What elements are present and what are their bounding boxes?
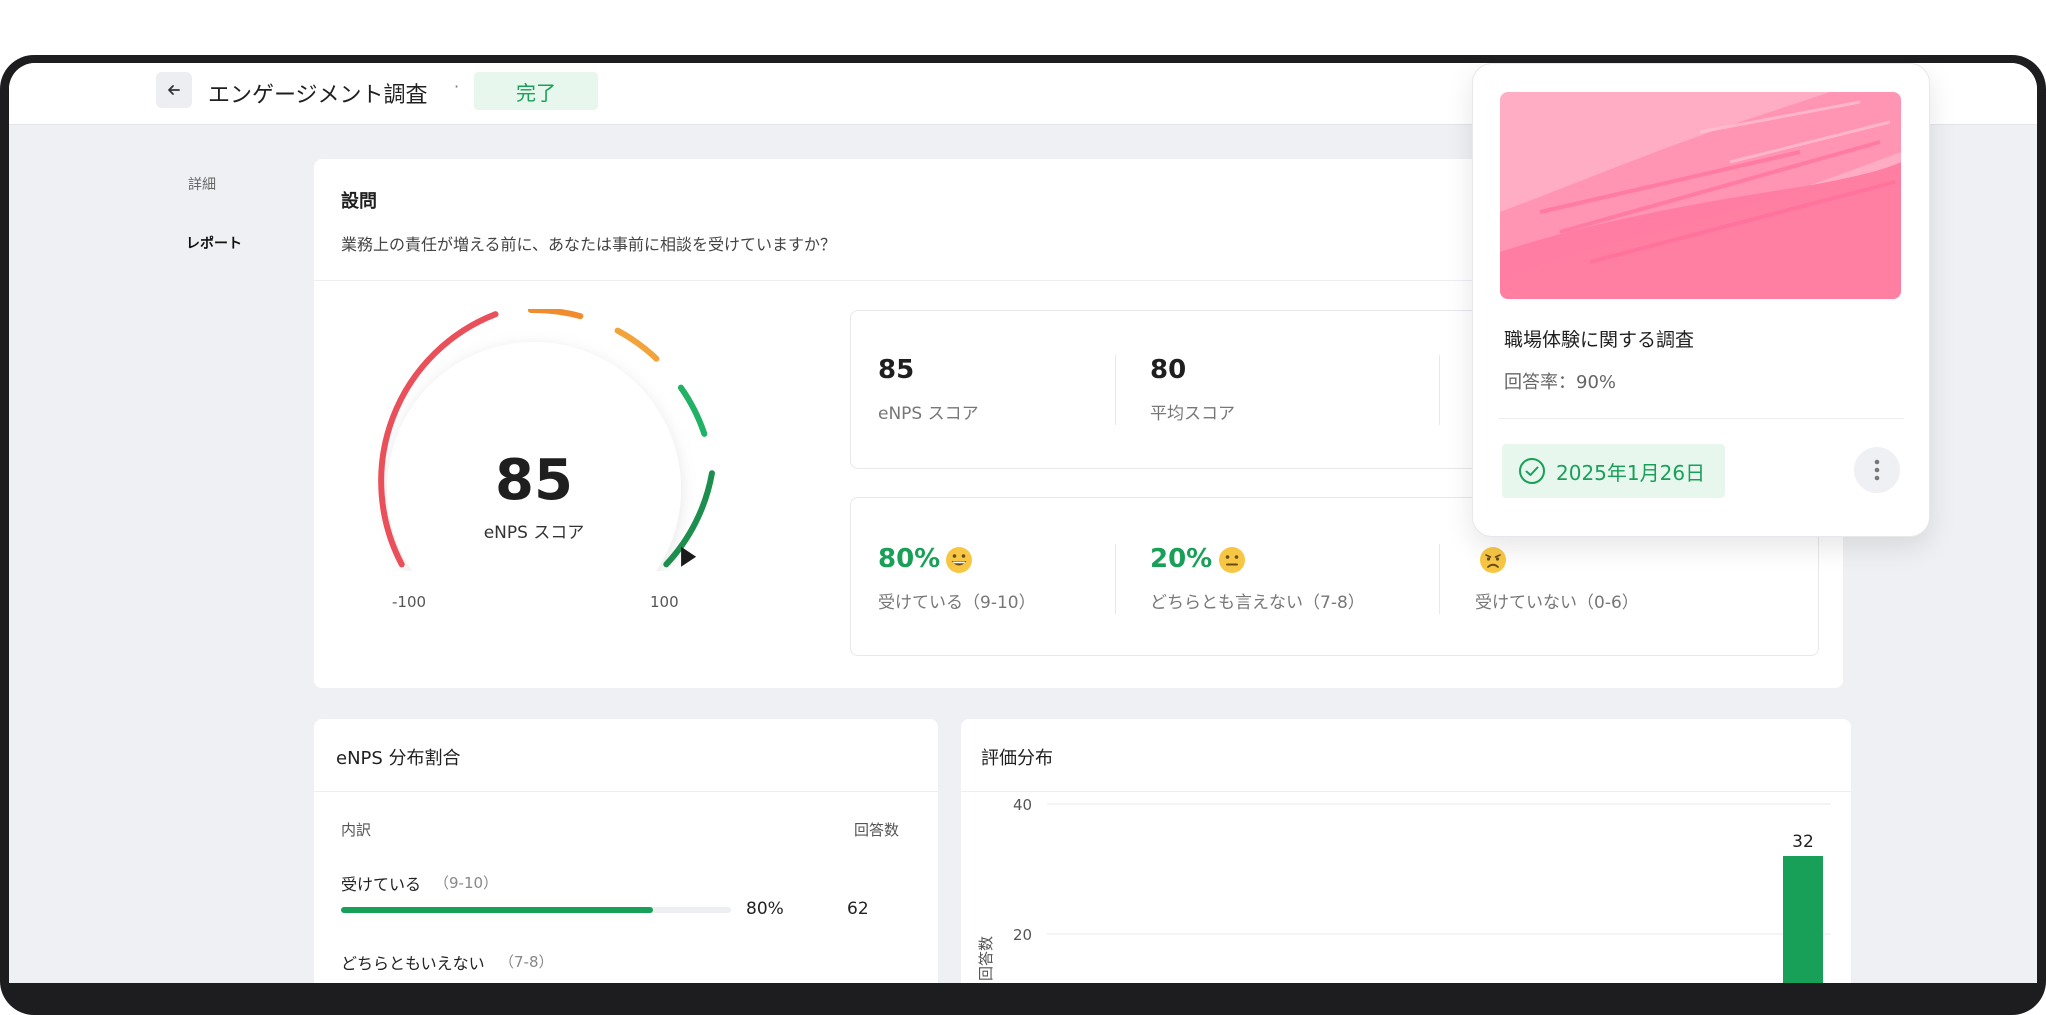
row-range: （9-10） xyxy=(434,874,499,892)
divider xyxy=(1498,418,1904,419)
completion-date: 2025年1月26日 xyxy=(1556,460,1706,485)
gauge-segment-yellow xyxy=(614,327,660,362)
y-tick-label: 40 xyxy=(1013,796,1032,814)
progress-track xyxy=(341,907,731,913)
popover-response-rate: 回答率：90% xyxy=(1504,372,1617,393)
row-label: どちらともいえない xyxy=(341,954,485,973)
arrow-left-icon xyxy=(168,85,180,95)
neutral-percent: 20% xyxy=(1150,544,1213,574)
y-axis-label: 回答数 xyxy=(977,936,995,981)
neutral-label: どちらとも言えない（7-8） xyxy=(1150,593,1365,613)
row-label: 受けている xyxy=(341,875,422,894)
column-header-count: 回答数 xyxy=(854,821,900,839)
divider xyxy=(1115,355,1116,425)
divider xyxy=(1115,544,1116,614)
average-score-label: 平均スコア xyxy=(1150,404,1235,424)
gauge-segment-orange xyxy=(527,309,584,320)
column-header-breakdown: 内訳 xyxy=(341,821,372,839)
divider xyxy=(314,791,938,792)
enps-score-label: eNPS スコア xyxy=(878,404,979,424)
title-separator: · xyxy=(454,77,460,96)
back-button[interactable] xyxy=(156,72,192,108)
more-vertical-icon xyxy=(1874,459,1880,481)
gauge-pointer xyxy=(681,546,697,567)
sidenav-item-report[interactable]: レポート xyxy=(186,233,242,253)
bar-value-label: 32 xyxy=(1792,832,1814,852)
survey-cover-image xyxy=(1500,92,1901,299)
enps-gauge: 85 eNPS スコア -100 100 xyxy=(378,309,715,611)
grinning-face-icon xyxy=(946,547,972,573)
enps-score-value: 85 xyxy=(878,355,915,385)
sidenav-item-details[interactable]: 詳細 xyxy=(188,174,216,194)
chart-bar xyxy=(1783,856,1823,983)
gauge-segment-green xyxy=(677,384,708,437)
gauge-label: eNPS スコア xyxy=(484,523,585,543)
popover-survey-title: 職場体験に関する調査 xyxy=(1504,329,1695,351)
app-screen: エンゲージメント調査 · 完了 詳細 レポート 設問 業務上の責任が増える前に、… xyxy=(9,63,2037,983)
gauge-max-label: 100 xyxy=(650,593,679,611)
question-heading: 設問 xyxy=(341,191,377,212)
divider xyxy=(1439,544,1440,614)
y-tick-label: 20 xyxy=(1013,926,1032,944)
page-title: エンゲージメント調査 xyxy=(208,83,428,108)
positive-label: 受けている（9-10） xyxy=(878,593,1036,613)
completion-date-badge: 2025年1月26日 xyxy=(1502,444,1725,498)
check-circle-icon xyxy=(1519,458,1545,484)
rating-bar-chart: 40 20 回答数 32 xyxy=(977,796,1831,983)
enps-distribution-card: eNPS 分布割合 内訳 回答数 受けている （9-10） 80% 62 どちら… xyxy=(314,719,938,983)
row-percent: 80% xyxy=(746,899,784,919)
rating-title: 評価分布 xyxy=(981,748,1053,769)
gauge-value: 85 xyxy=(495,448,573,513)
progress-fill xyxy=(341,907,653,913)
gauge-min-label: -100 xyxy=(392,593,426,611)
negative-label: 受けていない（0-6） xyxy=(1475,593,1639,613)
frowning-face-icon xyxy=(1480,547,1506,573)
rating-distribution-card: 評価分布 40 20 回答数 32 xyxy=(961,719,1851,983)
row-count: 62 xyxy=(847,899,869,919)
distribution-title: eNPS 分布割合 xyxy=(336,748,461,769)
row-range: （7-8） xyxy=(499,953,554,971)
divider xyxy=(1439,355,1440,425)
neutral-face-icon xyxy=(1219,547,1245,573)
more-options-button[interactable] xyxy=(1854,447,1900,493)
status-badge: 完了 xyxy=(474,72,598,110)
survey-popover-card[interactable]: 職場体験に関する調査 回答率：90% 2025年1月26日 xyxy=(1472,63,1930,537)
average-score-value: 80 xyxy=(1150,355,1187,385)
positive-percent: 80% xyxy=(878,544,941,574)
question-text: 業務上の責任が増える前に、あなたは事前に相談を受けていますか？ xyxy=(341,235,837,254)
